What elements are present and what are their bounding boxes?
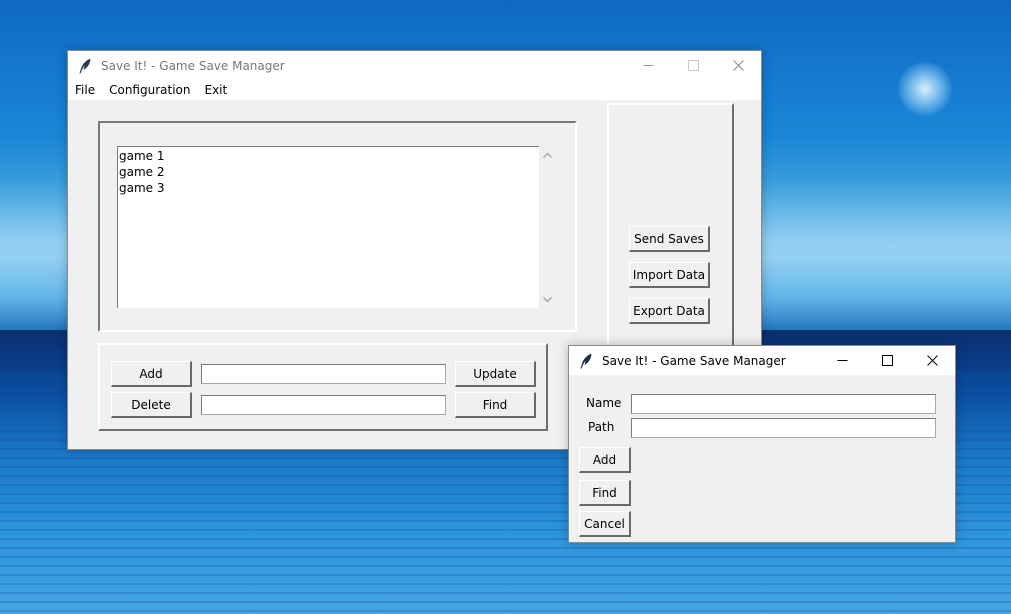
menu-exit[interactable]: Exit (197, 80, 234, 100)
path-entry[interactable] (201, 395, 446, 415)
delete-button[interactable]: Delete (111, 392, 192, 418)
minimize-icon[interactable] (820, 346, 865, 375)
list-item[interactable]: game 1 (118, 148, 539, 164)
list-item[interactable]: game 3 (118, 180, 539, 196)
vertical-scrollbar[interactable] (539, 146, 556, 308)
maximize-icon[interactable] (671, 51, 716, 80)
game-listbox[interactable]: game 1 game 2 game 3 (117, 146, 539, 308)
menu-bar: File Configuration Exit (68, 80, 761, 100)
main-window-titlebar[interactable]: Save It! - Game Save Manager (68, 51, 761, 80)
path-label: Path (588, 420, 615, 434)
name-label: Name (586, 396, 622, 410)
send-saves-button[interactable]: Send Saves (629, 226, 710, 252)
export-data-button[interactable]: Export Data (629, 298, 710, 324)
desktop-sun (898, 62, 952, 116)
dialog-add-button[interactable]: Add (579, 447, 631, 473)
update-button[interactable]: Update (455, 361, 536, 387)
menu-configuration[interactable]: Configuration (102, 80, 197, 100)
maximize-icon[interactable] (865, 346, 910, 375)
controls-frame: Add Delete Update Find (98, 343, 548, 431)
dialog-cancel-button[interactable]: Cancel (579, 511, 631, 537)
window-title: Save It! - Game Save Manager (101, 58, 285, 73)
add-game-dialog: Save It! - Game Save Manager Name Path A… (568, 345, 956, 543)
dialog-titlebar[interactable]: Save It! - Game Save Manager (569, 346, 955, 375)
minimize-icon[interactable] (626, 51, 671, 80)
find-button[interactable]: Find (455, 392, 536, 418)
dialog-name-field[interactable] (631, 394, 936, 414)
menu-file[interactable]: File (68, 80, 102, 100)
list-item[interactable]: game 2 (118, 164, 539, 180)
close-icon[interactable] (910, 346, 955, 375)
game-list-frame: game 1 game 2 game 3 (98, 121, 577, 332)
import-data-button[interactable]: Import Data (629, 262, 710, 288)
dialog-title: Save It! - Game Save Manager (602, 353, 786, 368)
chevron-down-icon[interactable] (539, 291, 556, 308)
add-button[interactable]: Add (111, 361, 192, 387)
feather-icon (78, 58, 92, 74)
dialog-find-button[interactable]: Find (579, 480, 631, 506)
dialog-path-field[interactable] (631, 418, 936, 438)
side-panel: Send Saves Import Data Export Data (607, 103, 734, 361)
close-icon[interactable] (716, 51, 761, 80)
feather-icon (579, 353, 593, 369)
chevron-up-icon[interactable] (539, 146, 556, 163)
name-entry[interactable] (201, 364, 446, 384)
